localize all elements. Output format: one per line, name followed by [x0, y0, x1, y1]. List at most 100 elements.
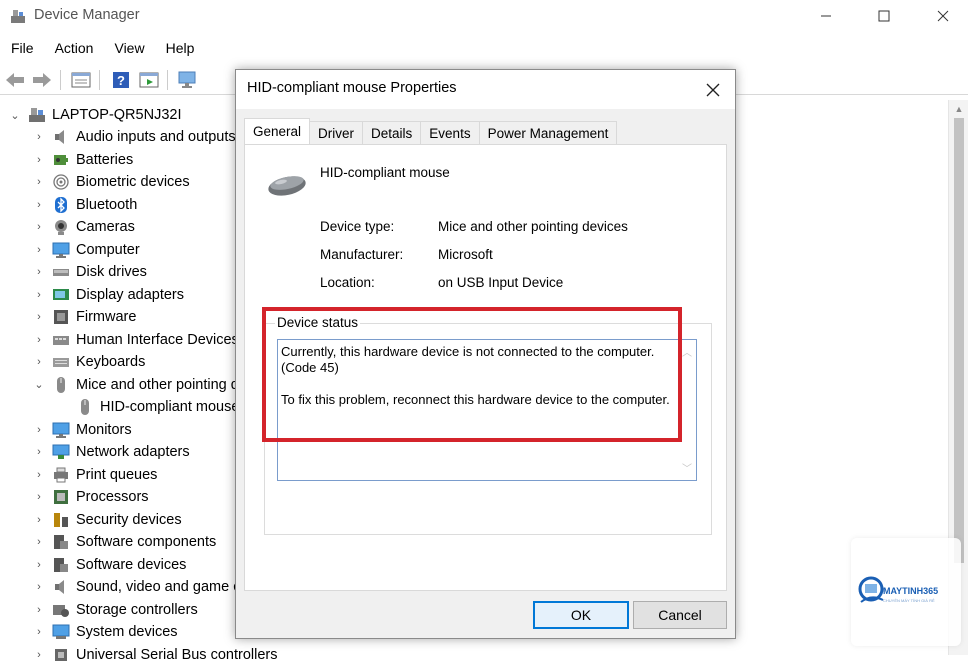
- tab-power-management[interactable]: Power Management: [478, 121, 618, 144]
- update-driver-button[interactable]: [138, 69, 160, 91]
- help-button[interactable]: ?: [110, 69, 132, 91]
- tree-category-item[interactable]: › Software components: [32, 531, 216, 553]
- hid-icon: [53, 335, 69, 345]
- tree-category-item[interactable]: › Biometric devices: [32, 171, 190, 193]
- tree-category-item[interactable]: › System devices: [32, 621, 177, 643]
- menu-bar: File Action View Help: [0, 38, 968, 62]
- tree-category-item[interactable]: › Firmware: [32, 306, 136, 328]
- chevron-right-icon[interactable]: ›: [32, 311, 46, 323]
- tree-category-item[interactable]: › Audio inputs and outputs: [32, 126, 235, 148]
- tree-item-label: Storage controllers: [76, 601, 198, 618]
- tree-category-item[interactable]: › Display adapters: [32, 284, 184, 306]
- tree-category-item[interactable]: › Bluetooth: [32, 194, 137, 216]
- toolbar-separator: [60, 70, 61, 90]
- tab-events[interactable]: Events: [420, 121, 480, 144]
- chevron-right-icon[interactable]: ›: [32, 626, 46, 638]
- tree-root[interactable]: ⌄ LAPTOP-QR5NJ32I: [8, 104, 181, 126]
- back-button[interactable]: [4, 69, 26, 91]
- properties-view-button[interactable]: [70, 69, 92, 91]
- forward-button[interactable]: [31, 69, 53, 91]
- tree-category-item[interactable]: › Processors: [32, 486, 148, 508]
- chevron-right-icon[interactable]: ›: [32, 244, 46, 256]
- tree-item-label: Biometric devices: [76, 174, 190, 190]
- maximize-button[interactable]: [866, 4, 902, 28]
- chevron-right-icon[interactable]: ›: [32, 469, 46, 481]
- tree-category-item[interactable]: › Human Interface Devices: [32, 329, 239, 351]
- menu-action[interactable]: Action: [44, 38, 104, 62]
- tree-category-item[interactable]: › Computer: [32, 239, 140, 261]
- window-title: Device Manager: [34, 7, 140, 23]
- title-bar: Device Manager: [0, 0, 968, 33]
- minimize-button[interactable]: [808, 4, 844, 28]
- chevron-right-icon[interactable]: ›: [32, 581, 46, 593]
- menu-help[interactable]: Help: [155, 38, 205, 62]
- tree-category-item[interactable]: › Monitors: [32, 419, 132, 441]
- tree-item-label: Cameras: [76, 219, 135, 235]
- firmware-icon: [54, 310, 68, 324]
- speaker-icon: [55, 580, 64, 594]
- arrow-right-icon: [33, 73, 51, 87]
- tree-category-item[interactable]: › Storage controllers: [32, 599, 198, 621]
- tree-category-item[interactable]: › Cameras: [32, 216, 135, 238]
- scroll-up-arrow-icon[interactable]: ▲: [949, 104, 968, 114]
- chevron-right-icon[interactable]: ›: [32, 176, 46, 188]
- arrow-left-icon: [6, 73, 24, 87]
- tree-category-item[interactable]: › Network adapters: [32, 441, 189, 463]
- tree-category-item[interactable]: › Print queues: [32, 464, 157, 486]
- scrollbar-thumb[interactable]: [954, 118, 964, 563]
- tab-driver[interactable]: Driver: [309, 121, 364, 144]
- chevron-down-icon[interactable]: ⌄: [32, 378, 46, 391]
- cancel-button[interactable]: Cancel: [633, 601, 727, 629]
- chevron-right-icon[interactable]: ›: [32, 154, 46, 166]
- tree-device-item[interactable]: HID-compliant mouse: [56, 396, 239, 418]
- mouse-icon: [57, 376, 65, 393]
- chevron-right-icon[interactable]: ›: [32, 131, 46, 143]
- camera-icon: [55, 220, 67, 235]
- network-icon: [52, 444, 70, 459]
- security-icon: [54, 512, 68, 527]
- chevron-right-icon[interactable]: ›: [32, 424, 46, 436]
- tree-item-label: Security devices: [76, 511, 182, 528]
- chevron-right-icon[interactable]: ›: [32, 446, 46, 458]
- tab-details[interactable]: Details: [362, 121, 422, 144]
- dialog-close-button[interactable]: [699, 76, 727, 104]
- chevron-right-icon[interactable]: ›: [32, 266, 46, 278]
- tree-item-label: Display adapters: [76, 286, 184, 303]
- monitor-icon: [52, 422, 70, 438]
- chevron-right-icon[interactable]: ›: [32, 334, 46, 346]
- manufacturer-value: Microsoft: [438, 247, 493, 262]
- speaker-icon: [55, 130, 64, 144]
- scan-hardware-button[interactable]: [177, 69, 199, 91]
- watermark-subtext: CHUYÊN MÁY TÍNH GIÁ RẺ: [883, 598, 935, 603]
- chevron-right-icon[interactable]: ›: [32, 199, 46, 211]
- minimize-icon: [821, 15, 831, 17]
- ok-button[interactable]: OK: [533, 601, 629, 629]
- mouse-icon: [81, 399, 89, 415]
- disk-icon: [53, 269, 69, 276]
- chevron-right-icon[interactable]: ›: [32, 536, 46, 548]
- chevron-right-icon[interactable]: ›: [32, 356, 46, 368]
- system-icon: [52, 624, 70, 639]
- tree-category-item[interactable]: › Security devices: [32, 509, 182, 531]
- chevron-right-icon[interactable]: ›: [32, 559, 46, 571]
- chevron-right-icon[interactable]: ›: [32, 221, 46, 233]
- tree-item-label: Bluetooth: [76, 196, 138, 213]
- chevron-right-icon[interactable]: ›: [32, 604, 46, 616]
- tree-item-label: Print queues: [76, 466, 158, 483]
- tree-category-item[interactable]: › Batteries: [32, 149, 133, 171]
- tree-category-item[interactable]: › Disk drives: [32, 261, 147, 283]
- chevron-down-icon[interactable]: ⌄: [8, 109, 22, 122]
- scroll-down-arrow-icon[interactable]: ﹀: [678, 460, 696, 475]
- chevron-right-icon[interactable]: ›: [32, 289, 46, 301]
- chevron-right-icon[interactable]: ›: [32, 491, 46, 503]
- close-window-button[interactable]: [925, 4, 961, 28]
- tree-item-label: HID-compliant mouse: [100, 399, 240, 415]
- menu-view[interactable]: View: [103, 38, 154, 62]
- tab-general[interactable]: General: [244, 118, 311, 144]
- maytinh365-logo-icon: [858, 576, 884, 603]
- tree-category-item[interactable]: › Software devices: [32, 554, 186, 576]
- chevron-right-icon[interactable]: ›: [32, 514, 46, 526]
- display-adapter-icon: [53, 288, 69, 300]
- menu-file[interactable]: File: [0, 38, 44, 62]
- tree-category-item[interactable]: › Keyboards: [32, 351, 145, 373]
